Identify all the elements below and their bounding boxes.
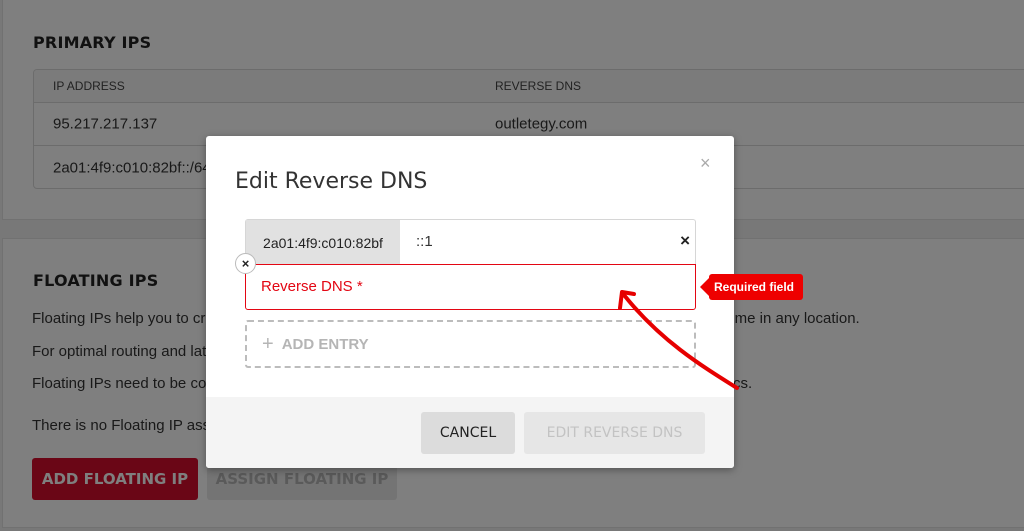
close-icon[interactable]: ×: [700, 153, 711, 174]
reverse-dns-input[interactable]: Reverse DNS *: [245, 264, 696, 310]
ip-address-field: 2a01:4f9:c010:82bf ::1 ×: [245, 219, 696, 265]
modal-footer: CANCEL EDIT REVERSE DNS: [206, 397, 734, 468]
modal-title: Edit Reverse DNS: [235, 169, 428, 194]
cancel-button[interactable]: CANCEL: [421, 412, 515, 454]
edit-reverse-dns-modal: Edit Reverse DNS × 2a01:4f9:c010:82bf ::…: [206, 136, 734, 468]
remove-entry-icon[interactable]: ×: [235, 253, 256, 274]
reverse-dns-placeholder: Reverse DNS *: [261, 278, 363, 295]
edit-reverse-dns-button: EDIT REVERSE DNS: [524, 412, 705, 454]
ip-suffix-input[interactable]: ::1: [416, 233, 433, 250]
ip-prefix: 2a01:4f9:c010:82bf: [246, 220, 400, 265]
add-entry-button[interactable]: + ADD ENTRY: [245, 320, 696, 368]
required-field-tooltip: Required field: [699, 274, 804, 300]
add-entry-label: ADD ENTRY: [281, 335, 369, 353]
plus-icon: +: [262, 332, 274, 355]
clear-icon[interactable]: ×: [680, 231, 690, 251]
